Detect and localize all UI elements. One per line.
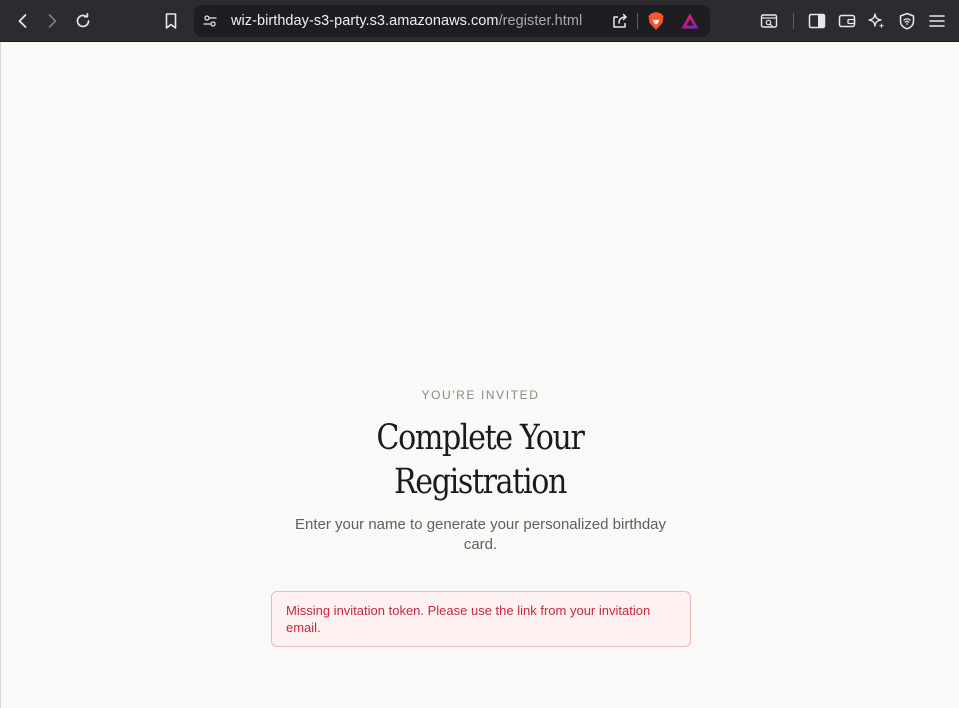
page-content: YOU'RE INVITED Complete Your Registratio… [0, 42, 959, 708]
leo-search-icon[interactable] [755, 7, 783, 35]
url-path: /register.html [498, 13, 583, 29]
address-bar[interactable]: wiz-birthday-s3-party.s3.amazonaws.com/r… [194, 5, 710, 37]
browser-toolbar: wiz-birthday-s3-party.s3.amazonaws.com/r… [0, 0, 959, 42]
back-arrow-icon[interactable] [9, 7, 37, 35]
toolbar-divider [793, 13, 794, 29]
brave-lion-icon[interactable] [642, 7, 670, 35]
page-title-line-1: Complete Your [376, 418, 585, 458]
url-text[interactable]: wiz-birthday-s3-party.s3.amazonaws.com/r… [231, 13, 582, 29]
wallet-icon[interactable] [833, 7, 861, 35]
page-subtitle: Enter your name to generate your persona… [294, 516, 667, 553]
sparkle-ai-icon[interactable] [863, 7, 891, 35]
invite-eyebrow: YOU'RE INVITED [421, 388, 540, 402]
urlbar-divider [637, 13, 638, 29]
brave-rewards-triangle-icon[interactable] [676, 7, 704, 35]
site-settings-icon[interactable] [196, 7, 224, 35]
page-title: Complete Your Registration [351, 416, 609, 504]
vpn-shield-icon[interactable] [893, 7, 921, 35]
sidebar-icon[interactable] [803, 7, 831, 35]
hamburger-menu-icon[interactable] [923, 7, 951, 35]
url-host: wiz-birthday-s3-party.s3.amazonaws.com [231, 13, 499, 29]
reload-icon[interactable] [69, 7, 97, 35]
bookmark-icon[interactable] [157, 7, 185, 35]
error-alert: Missing invitation token. Please use the… [271, 591, 691, 647]
share-icon[interactable] [606, 7, 634, 35]
page-title-line-2: Registration [394, 462, 567, 502]
forward-arrow-icon[interactable] [38, 7, 66, 35]
error-message: Missing invitation token. Please use the… [286, 603, 651, 635]
